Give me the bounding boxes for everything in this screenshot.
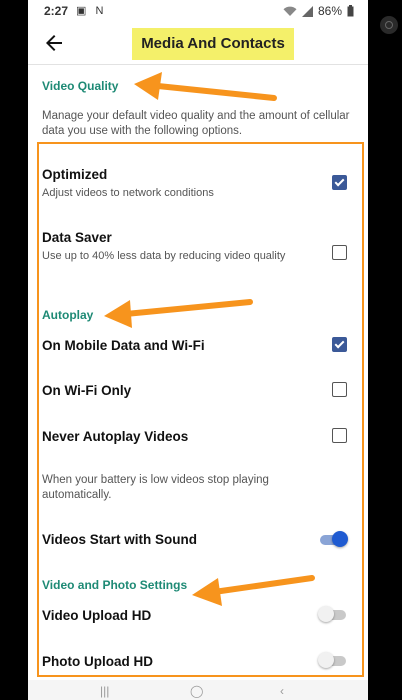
back-nav-button[interactable]: ‹: [280, 684, 284, 698]
video-quality-description: Manage your default video quality and th…: [42, 110, 350, 137]
signal-icon: [301, 5, 313, 17]
mobile-wifi-checkbox[interactable]: [332, 337, 347, 352]
optimized-checkbox[interactable]: [332, 175, 347, 190]
wifi-icon: [283, 6, 297, 16]
section-title-video-photo: Video and Photo Settings: [42, 578, 188, 592]
phone-screen: 2:27 ▣ N 86% Media And Contacts Video Qu…: [28, 0, 368, 700]
battery-icon: [347, 5, 354, 17]
option-optimized-subtitle: Adjust videos to network conditions: [42, 187, 214, 199]
video-upload-toggle-thumb: [318, 606, 334, 622]
sound-toggle[interactable]: [320, 531, 348, 549]
status-time: 2:27: [44, 4, 69, 18]
never-autoplay-checkbox[interactable]: [332, 428, 347, 443]
photo-upload-hd-toggle[interactable]: [318, 652, 348, 670]
video-upload-hd-title[interactable]: Video Upload HD: [42, 608, 151, 623]
option-optimized-title[interactable]: Optimized: [42, 167, 107, 182]
wifi-only-checkbox[interactable]: [332, 382, 347, 397]
sound-toggle-thumb: [332, 531, 348, 547]
option-wifi-only-title[interactable]: On Wi-Fi Only: [42, 383, 131, 398]
sound-title[interactable]: Videos Start with Sound: [42, 532, 197, 547]
battery-percent: 86%: [317, 4, 342, 18]
option-mobile-wifi-title[interactable]: On Mobile Data and Wi-Fi: [42, 338, 205, 353]
page-title: Media And Contacts: [141, 35, 285, 52]
option-never-autoplay-title[interactable]: Never Autoplay Videos: [42, 429, 188, 444]
arrow-left-icon[interactable]: [42, 31, 66, 55]
recent-apps-button[interactable]: |||: [100, 684, 109, 698]
section-title-video-quality: Video Quality: [42, 79, 119, 93]
status-right: 86%: [283, 4, 354, 18]
video-upload-hd-toggle[interactable]: [318, 606, 348, 624]
option-data-saver-subtitle: Use up to 40% less data by reducing vide…: [42, 250, 286, 262]
app-bar: Media And Contacts: [28, 22, 368, 65]
data-saver-checkbox[interactable]: [332, 245, 347, 260]
option-data-saver-title[interactable]: Data Saver: [42, 230, 112, 245]
photo-upload-toggle-thumb: [318, 652, 334, 668]
status-bar: 2:27 ▣ N 86%: [28, 0, 368, 22]
home-button[interactable]: ◯: [190, 684, 203, 698]
system-nav-bar: ||| ◯ ‹: [28, 680, 368, 700]
section-title-autoplay: Autoplay: [42, 308, 94, 322]
battery-note: When your battery is low videos stop pla…: [42, 474, 269, 501]
photo-upload-hd-title[interactable]: Photo Upload HD: [42, 654, 153, 669]
notification-icons: ▣ N: [76, 5, 107, 17]
side-circle-icon: [380, 16, 398, 34]
